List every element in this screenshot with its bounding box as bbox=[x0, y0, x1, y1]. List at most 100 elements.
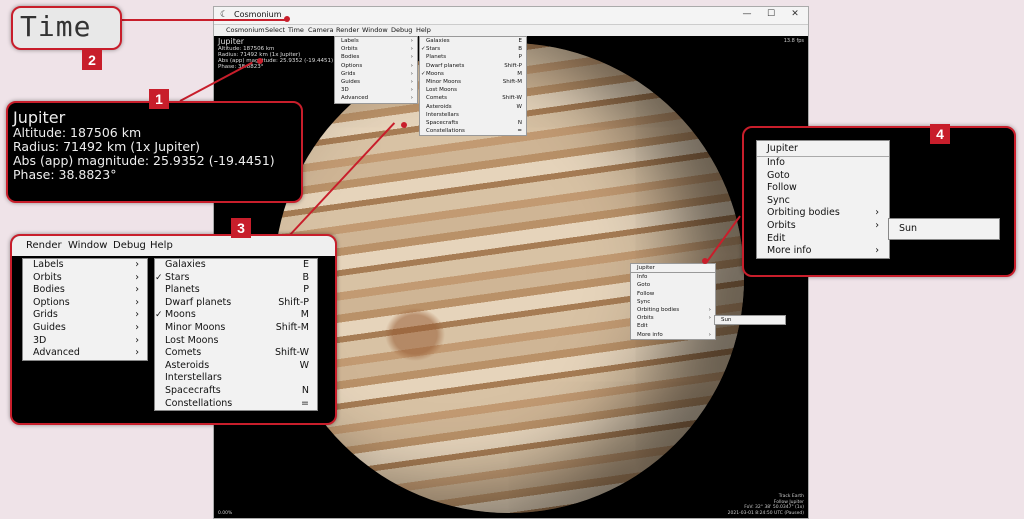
zoom-context-menu: Jupiter Info Goto Follow Sync Orbiting b… bbox=[756, 140, 890, 259]
minimize-button[interactable]: — bbox=[738, 9, 756, 19]
labels-item-stars[interactable]: ✓ Stars B bbox=[420, 45, 526, 53]
hud-datetime: 2021-03-01 8:24:50 UTC (Paused) bbox=[727, 510, 804, 516]
zoom-labels-dwarf-planets[interactable]: Dwarf planets Shift-P bbox=[155, 297, 317, 310]
labels-item-asteroids[interactable]: Asteroids W bbox=[420, 103, 526, 111]
zoom-labels-constellations[interactable]: Constellations = bbox=[155, 398, 317, 411]
render-item-bodies[interactable]: Bodies › bbox=[335, 53, 417, 61]
context-item-follow[interactable]: Follow bbox=[631, 290, 715, 298]
callout-render-menu-zoom: Render Window Debug Help Labels › Orbits ›… bbox=[10, 234, 337, 425]
callout-2-line bbox=[118, 19, 288, 21]
hud-zoom-altitude: Altitude: 187506 km bbox=[13, 125, 142, 140]
zoom-labels-spacecrafts[interactable]: Spacecrafts N bbox=[155, 385, 317, 398]
labels-item-comets[interactable]: Comets Shift-W bbox=[420, 94, 526, 102]
context-item-orbiting-bodies[interactable]: Orbiting bodies › bbox=[631, 306, 715, 314]
callout-4-dot bbox=[702, 258, 708, 264]
zoom-orbits-sun[interactable]: Sun bbox=[889, 219, 999, 239]
hud-bottom-right: Track Earth Follow Jupiter FoV: 32° 38' … bbox=[728, 494, 804, 516]
zoom-menu-render[interactable]: Render bbox=[26, 240, 62, 251]
render-item-guides[interactable]: Guides › bbox=[335, 78, 417, 86]
menu-camera[interactable]: Camera bbox=[308, 26, 334, 34]
zoom-render-labels[interactable]: Labels › bbox=[23, 259, 147, 272]
zoom-labels-asteroids[interactable]: Asteroids W bbox=[155, 360, 317, 373]
zoom-labels-planets[interactable]: Planets P bbox=[155, 284, 317, 297]
zoom-context-follow[interactable]: Follow bbox=[757, 182, 889, 195]
zoom-context-goto[interactable]: Goto bbox=[757, 170, 889, 183]
hud-zoom-name: Jupiter bbox=[13, 108, 66, 127]
menu-select[interactable]: Select bbox=[265, 26, 285, 34]
render-menu-small: Labels › Orbits › Bodies › Options › Grids › … bbox=[334, 36, 418, 104]
labels-item-galaxies[interactable]: Galaxies E bbox=[420, 37, 526, 45]
window-title: Cosmonium bbox=[234, 10, 282, 19]
hud-zoom-phase: Phase: 38.8823° bbox=[13, 167, 117, 182]
callout-2-dot bbox=[284, 16, 290, 22]
zoom-render-orbits[interactable]: Orbits › bbox=[23, 272, 147, 285]
render-item-3d[interactable]: 3D › bbox=[335, 86, 417, 94]
zoom-menu-help[interactable]: Help bbox=[150, 240, 173, 251]
zoom-context-edit[interactable]: Edit bbox=[757, 233, 889, 246]
labels-submenu-small: Galaxies E ✓ Stars B Planets P Dwarf planets… bbox=[419, 36, 527, 137]
zoom-context-orbits[interactable]: Orbits › bbox=[757, 220, 889, 233]
zoom-context-more-info[interactable]: More info › bbox=[757, 245, 889, 258]
callout-hud-zoom: Jupiter Altitude: 187506 km Radius: 7149… bbox=[6, 101, 303, 203]
menu-time[interactable]: Time bbox=[288, 26, 304, 34]
menu-cosmonium[interactable]: Cosmonium bbox=[226, 26, 265, 34]
menu-render[interactable]: Render bbox=[336, 26, 359, 34]
context-item-edit[interactable]: Edit bbox=[631, 322, 715, 330]
zoom-render-options[interactable]: Options › bbox=[23, 297, 147, 310]
zoom-menu-window[interactable]: Window bbox=[68, 240, 107, 251]
labels-item-planets[interactable]: Planets P bbox=[420, 53, 526, 61]
labels-item-spacecrafts[interactable]: Spacecrafts N bbox=[420, 119, 526, 127]
menu-window[interactable]: Window bbox=[362, 26, 388, 34]
badge-2: 2 bbox=[82, 50, 102, 70]
zoom-labels-submenu: Galaxies E ✓ Stars B Planets P Dwarf planets… bbox=[154, 258, 318, 412]
zoom-render-bodies[interactable]: Bodies › bbox=[23, 284, 147, 297]
zoom-context-info[interactable]: Info bbox=[757, 157, 889, 170]
zoom-labels-galaxies[interactable]: Galaxies E bbox=[155, 259, 317, 272]
zoom-labels-stars[interactable]: ✓ Stars B bbox=[155, 272, 317, 285]
zoom-context-sync[interactable]: Sync bbox=[757, 195, 889, 208]
context-item-orbits[interactable]: Orbits › bbox=[631, 314, 715, 322]
zoom-labels-comets[interactable]: Comets Shift-W bbox=[155, 347, 317, 360]
zoom-labels-moons[interactable]: ✓ Moons M bbox=[155, 309, 317, 322]
hud-body-name: Jupiter bbox=[218, 37, 245, 46]
render-item-advanced[interactable]: Advanced › bbox=[335, 94, 417, 102]
zoom-context-orbiting-bodies[interactable]: Orbiting bodies › bbox=[757, 207, 889, 220]
close-button[interactable]: ✕ bbox=[786, 9, 804, 19]
labels-item-minor-moons[interactable]: Minor Moons Shift-M bbox=[420, 78, 526, 86]
labels-item-dwarf-planets[interactable]: Dwarf planets Shift-P bbox=[420, 62, 526, 70]
context-item-goto[interactable]: Goto bbox=[631, 281, 715, 289]
zoom-menu-debug[interactable]: Debug bbox=[113, 240, 146, 251]
badge-4: 4 bbox=[930, 124, 950, 144]
hud-zoom-magnitude: Abs (app) magnitude: 25.9352 (-19.4451) bbox=[13, 153, 275, 168]
menu-bar: Cosmonium Select Time Camera Render Wind… bbox=[214, 25, 808, 36]
callout-context-menu-zoom: Jupiter Info Goto Follow Sync Orbiting b… bbox=[742, 126, 1016, 277]
orbits-item-sun[interactable]: Sun bbox=[715, 316, 785, 324]
maximize-button[interactable]: ☐ bbox=[762, 9, 780, 19]
labels-item-lost-moons[interactable]: Lost Moons bbox=[420, 86, 526, 94]
hud-zoom-radius: Radius: 71492 km (1x Jupiter) bbox=[13, 139, 201, 154]
menu-debug[interactable]: Debug bbox=[391, 26, 412, 34]
labels-item-moons[interactable]: ✓ Moons M bbox=[420, 70, 526, 78]
zoom-render-grids[interactable]: Grids › bbox=[23, 309, 147, 322]
time-label-zoomed: Time bbox=[20, 10, 92, 43]
callout-time-zoom: Time bbox=[11, 6, 122, 50]
render-item-grids[interactable]: Grids › bbox=[335, 70, 417, 78]
labels-item-interstellars[interactable]: Interstellars bbox=[420, 111, 526, 119]
context-item-info[interactable]: Info bbox=[631, 273, 715, 281]
callout-3-dot bbox=[401, 122, 407, 128]
render-item-orbits[interactable]: Orbits › bbox=[335, 45, 417, 53]
render-item-options[interactable]: Options › bbox=[335, 62, 417, 70]
zoom-orbits-submenu: Sun bbox=[888, 218, 1000, 240]
context-item-more-info[interactable]: More info › bbox=[631, 331, 715, 339]
zoom-render-guides[interactable]: Guides › bbox=[23, 322, 147, 335]
badge-1: 1 bbox=[149, 89, 169, 109]
zoom-render-3d[interactable]: 3D › bbox=[23, 335, 147, 348]
zoom-labels-lost-moons[interactable]: Lost Moons bbox=[155, 335, 317, 348]
labels-item-constellations[interactable]: Constellations = bbox=[420, 127, 526, 135]
zoom-labels-interstellars[interactable]: Interstellars bbox=[155, 372, 317, 385]
zoom-labels-minor-moons[interactable]: Minor Moons Shift-M bbox=[155, 322, 317, 335]
menu-help[interactable]: Help bbox=[416, 26, 431, 34]
context-item-sync[interactable]: Sync bbox=[631, 298, 715, 306]
render-item-labels[interactable]: Labels › bbox=[335, 37, 417, 45]
zoom-render-advanced[interactable]: Advanced › bbox=[23, 347, 147, 360]
